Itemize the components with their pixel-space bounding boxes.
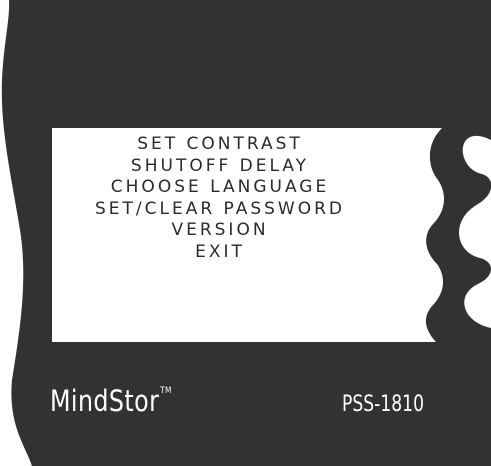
menu-item-exit[interactable]: EXIT <box>52 242 388 264</box>
menu-item-shutoff-delay[interactable]: SHUTOFF DELAY <box>52 156 388 178</box>
device-display: SET CONTRAST SHUTOFF DELAY CHOOSE LANGUA… <box>0 0 491 466</box>
menu-item-version[interactable]: VERSION <box>52 220 388 242</box>
trademark-symbol: TM <box>160 386 172 396</box>
settings-menu: SET CONTRAST SHUTOFF DELAY CHOOSE LANGUA… <box>52 134 388 263</box>
model-number: PSS-1810 <box>342 392 424 417</box>
brand-name: MindStor <box>50 384 160 418</box>
brand-logo: MindStorTM <box>50 384 172 418</box>
menu-item-set-clear-password[interactable]: SET/CLEAR PASSWORD <box>52 199 388 221</box>
menu-item-set-contrast[interactable]: SET CONTRAST <box>52 134 388 156</box>
menu-item-choose-language[interactable]: CHOOSE LANGUAGE <box>52 177 388 199</box>
